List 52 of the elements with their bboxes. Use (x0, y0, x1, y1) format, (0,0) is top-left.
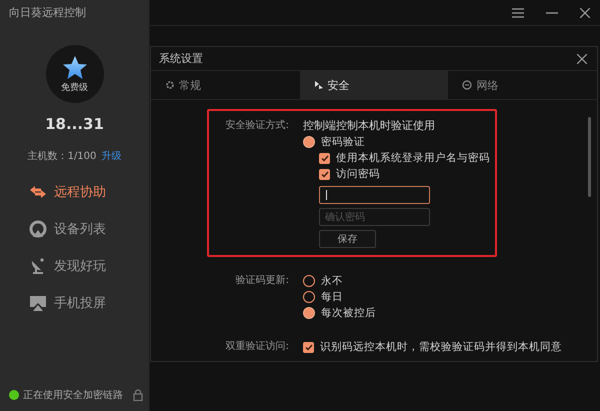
radio-button[interactable] (303, 136, 315, 148)
scrollbar[interactable] (588, 117, 591, 197)
checkbox[interactable] (319, 152, 330, 164)
ring-icon (29, 220, 47, 238)
gear-icon (165, 80, 175, 90)
option-label: 密码验证 (321, 135, 365, 149)
nav-item[interactable]: 远程协助 (29, 183, 106, 201)
nav-item[interactable]: 发现好玩 (29, 257, 106, 275)
close-icon (580, 8, 590, 18)
radio-button[interactable] (303, 291, 315, 303)
dialog-title: 系统设置 (159, 51, 203, 66)
arrows-icon (29, 183, 47, 201)
radio-button[interactable] (303, 275, 315, 287)
star-icon (62, 54, 88, 80)
checkbox[interactable] (319, 168, 330, 180)
option-label: 使用本机系统登录用户名与密码 (336, 151, 490, 165)
status-text: 正在使用安全加密链路 (23, 388, 123, 402)
checkbox[interactable] (303, 342, 314, 352)
password-field[interactable] (319, 186, 430, 204)
screen-cast-icon (29, 294, 47, 312)
upgrade-link[interactable]: 升级 (101, 149, 122, 163)
field-label: 安全验证方式: (224, 118, 289, 133)
app-title: 向日葵远程控制 (8, 5, 86, 20)
radio-button[interactable] (303, 307, 315, 319)
tab[interactable]: 常规 (151, 71, 300, 99)
option-label: 每次被控后 (321, 306, 376, 320)
check-icon (320, 170, 328, 178)
nav-item[interactable]: 设备列表 (29, 220, 106, 238)
globe-icon (462, 80, 472, 90)
lock-icon (133, 389, 143, 401)
description: 控制端控制本机时验证使用 (303, 118, 436, 134)
option-label: 访问密码 (336, 167, 380, 181)
confirm-password-field[interactable]: 确认密码 (319, 208, 430, 226)
nav-item[interactable]: 手机投屏 (29, 294, 106, 312)
arrow-icon (314, 80, 324, 90)
user-id: 18...31 (45, 115, 104, 133)
close-icon (577, 54, 587, 64)
tab[interactable]: 网络 (448, 71, 597, 99)
field-label: 双重验证访问: (224, 340, 289, 354)
tier-label: 免费级 (61, 82, 88, 94)
tab[interactable]: 安全 (300, 71, 448, 99)
check-icon (304, 344, 312, 350)
avatar[interactable]: 免费级 (46, 45, 104, 103)
field-label: 验证码更新: (234, 274, 289, 288)
option-label: 每日 (321, 290, 343, 304)
host-count: 主机数：1/100 (28, 150, 96, 163)
option-label: 永不 (321, 274, 343, 288)
close-button[interactable] (577, 54, 587, 64)
save-button[interactable]: 保存 (319, 230, 376, 248)
menu-icon (512, 8, 524, 18)
option-label: 识别码远控本机时，需校验验证码并得到本机同意 (320, 340, 562, 354)
check-icon (320, 154, 328, 162)
